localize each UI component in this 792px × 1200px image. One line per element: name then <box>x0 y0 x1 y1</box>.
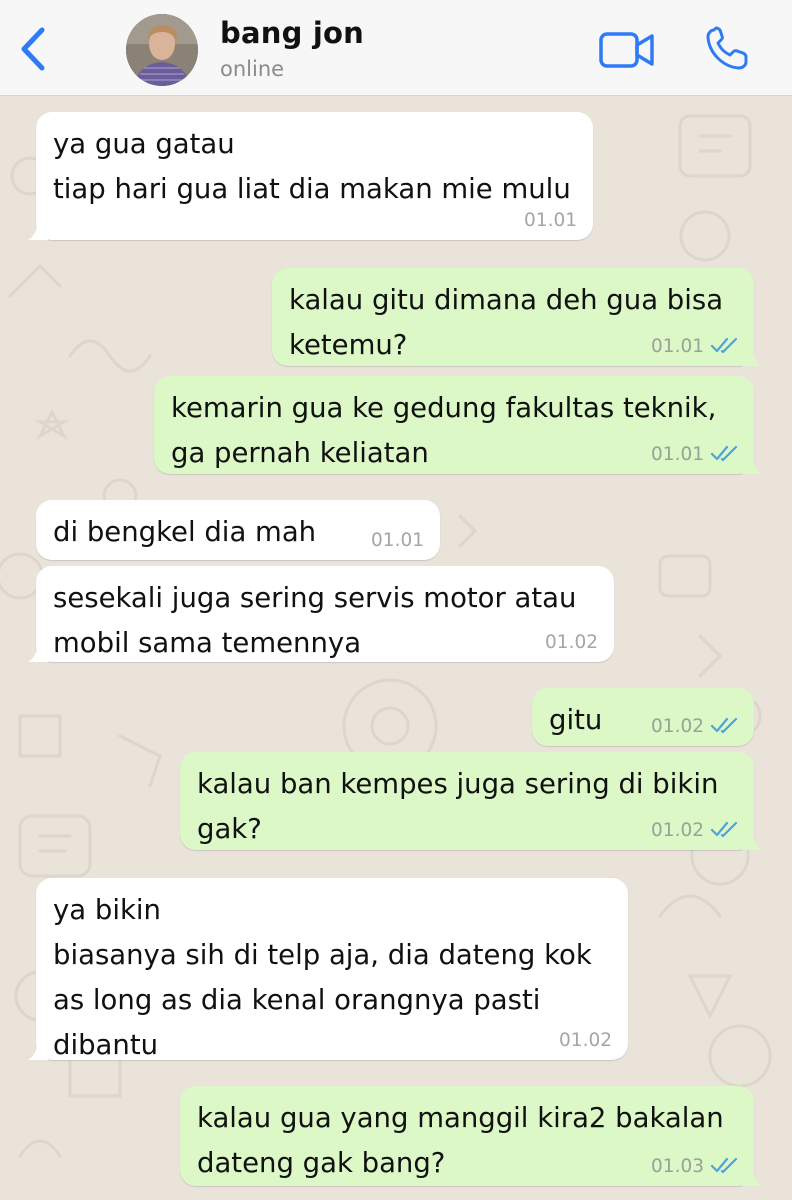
message-text: ya gua gatau tiap hari gua liat dia maka… <box>53 128 571 205</box>
message-bubble-incoming[interactable]: di bengkel dia mah 01.01 <box>36 500 440 560</box>
bubble-tail <box>742 1164 762 1186</box>
avatar-photo <box>126 14 198 86</box>
message-time: 01.03 <box>651 1156 704 1177</box>
bubble-tail <box>28 1038 48 1060</box>
contact-name[interactable]: bang jon <box>220 16 364 50</box>
bubble-tail <box>742 828 762 850</box>
message-time: 01.02 <box>651 716 704 737</box>
back-button[interactable] <box>14 24 54 74</box>
message-meta: 01.02 <box>651 716 740 738</box>
message-time: 01.02 <box>559 1030 612 1051</box>
message-time: 01.01 <box>651 444 704 465</box>
read-ticks-icon <box>710 445 738 461</box>
read-ticks-icon <box>710 337 738 353</box>
message-time: 01.01 <box>651 336 704 357</box>
message-text: ya bikin biasanya sih di telp aja, dia d… <box>53 894 592 1061</box>
bubble-tail <box>28 218 48 240</box>
read-ticks-icon <box>710 717 738 733</box>
chevron-left-icon <box>21 27 45 71</box>
voice-call-button[interactable] <box>704 26 750 72</box>
message-bubble-outgoing[interactable]: kalau gitu dimana deh gua bisa ketemu? 0… <box>272 268 762 366</box>
message-meta: 01.01 <box>371 530 424 552</box>
message-time: 01.01 <box>371 530 424 551</box>
read-ticks-icon <box>710 821 738 837</box>
message-time: 01.01 <box>524 210 577 231</box>
bubble-tail <box>742 344 762 366</box>
contact-status: online <box>220 57 285 81</box>
message-bubble-incoming[interactable]: sesekali juga sering servis motor atau m… <box>28 566 614 662</box>
message-bubble-outgoing[interactable]: kemarin gua ke gedung fakultas teknik, g… <box>154 376 762 474</box>
bubble-tail <box>742 452 762 474</box>
message-meta: 01.02 <box>559 1030 612 1052</box>
message-bubble-incoming[interactable]: ya gua gatau tiap hari gua liat dia maka… <box>28 112 593 240</box>
message-meta: 01.03 <box>651 1156 740 1178</box>
message-text: di bengkel dia mah <box>53 516 317 548</box>
message-bubble-outgoing[interactable]: kalau ban kempes juga sering di bikin ga… <box>180 752 762 850</box>
message-meta: 01.01 <box>524 210 577 232</box>
message-list[interactable]: ya gua gatau tiap hari gua liat dia maka… <box>0 96 792 1200</box>
message-time: 01.02 <box>545 632 598 653</box>
video-call-button[interactable] <box>598 30 656 70</box>
message-meta: 01.01 <box>651 336 740 358</box>
message-time: 01.02 <box>651 820 704 841</box>
avatar[interactable] <box>126 14 198 86</box>
bubble-tail <box>28 640 48 662</box>
read-ticks-icon <box>710 1157 738 1173</box>
message-text: sesekali juga sering servis motor atau m… <box>53 582 577 659</box>
chat-header: bang jon online <box>0 0 792 96</box>
message-bubble-outgoing[interactable]: gitu 01.02 <box>532 688 754 746</box>
message-bubble-incoming[interactable]: ya bikin biasanya sih di telp aja, dia d… <box>28 878 628 1061</box>
message-text: kemarin gua ke gedung fakultas teknik, g… <box>171 392 717 469</box>
message-meta: 01.02 <box>545 632 598 654</box>
message-meta: 01.01 <box>651 444 740 466</box>
phone-icon <box>706 26 748 70</box>
message-bubble-outgoing[interactable]: kalau gua yang manggil kira2 bakalan dat… <box>180 1086 762 1186</box>
video-call-icon <box>599 32 654 68</box>
message-meta: 01.02 <box>651 820 740 842</box>
